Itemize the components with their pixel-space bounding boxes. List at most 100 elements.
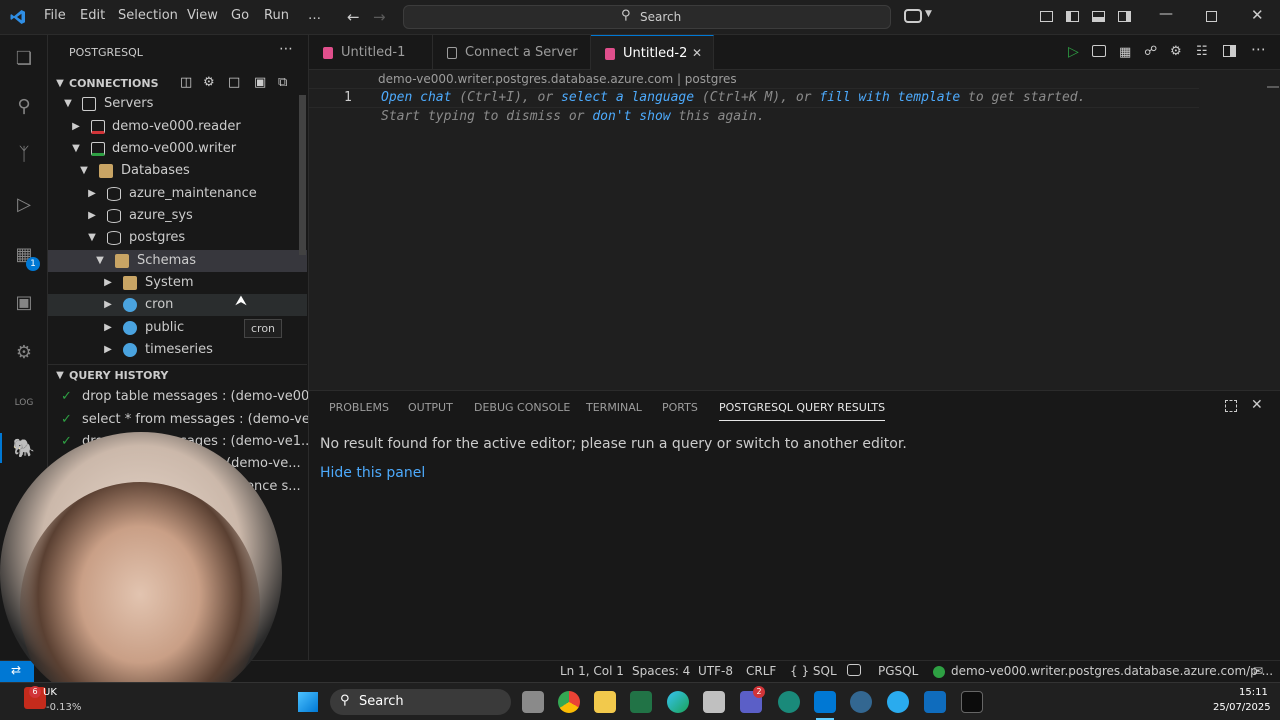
tab-debug-console[interactable]: DEBUG CONSOLE [474, 401, 570, 414]
terminal-icon[interactable] [961, 691, 983, 713]
encoding[interactable]: UTF-8 [698, 664, 733, 678]
copilot-status-icon[interactable] [847, 664, 861, 676]
tree-item-azure-maintenance[interactable]: ▶ azure_maintenance [48, 183, 307, 205]
menu-run[interactable]: Run [264, 8, 289, 23]
query-history-section-header[interactable]: ▼ QUERY HISTORY [48, 364, 307, 386]
add-connection-icon[interactable]: ◫ [180, 75, 192, 90]
settings-sync-icon[interactable]: ⚙ [12, 341, 36, 365]
collapse-all-icon[interactable]: ⧉ [278, 75, 287, 90]
tab-problems[interactable]: PROBLEMS [329, 401, 389, 414]
tree-item-servers[interactable]: ▼ Servers [48, 93, 307, 115]
maximize-panel-icon[interactable] [1225, 400, 1237, 412]
tree-item-system[interactable]: ▶ System [48, 272, 307, 294]
cursor-position[interactable]: Ln 1, Col 1 [560, 664, 624, 678]
remote-indicator[interactable]: ⇄ [0, 661, 34, 682]
tab-untitled-2[interactable]: Untitled-2 ✕ [591, 35, 714, 70]
tab-terminal[interactable]: TERMINAL [586, 401, 642, 414]
toggle-panel-icon[interactable] [1092, 11, 1105, 22]
connect-icon[interactable]: ☍ [1144, 44, 1157, 59]
notifications-bell-icon[interactable]: ✉ [1253, 664, 1263, 678]
fill-template-link[interactable]: fill with template [819, 90, 960, 105]
toggle-secondary-sidebar-icon[interactable] [1118, 11, 1131, 22]
tab-ports[interactable]: PORTS [662, 401, 698, 414]
connection-status[interactable]: demo-ve000.writer.postgres.database.azur… [951, 664, 1273, 678]
source-control-icon[interactable]: ᛉ [12, 143, 36, 167]
line-ending[interactable]: CRLF [746, 664, 776, 678]
run-query-icon[interactable]: ▷ [1068, 44, 1079, 60]
menu-edit[interactable]: Edit [80, 8, 105, 23]
chrome-icon[interactable] [558, 691, 580, 713]
editor-breadcrumb[interactable]: demo-ve000.writer.postgres.database.azur… [378, 72, 737, 86]
file-explorer-icon[interactable] [594, 691, 616, 713]
telegram-icon[interactable] [887, 691, 909, 713]
new-file-icon[interactable]: □ [228, 75, 240, 90]
tree-item-azure-sys[interactable]: ▶ azure_sys [48, 205, 307, 227]
search-icon[interactable]: ⚲ [12, 95, 36, 119]
menu-selection[interactable]: Selection [118, 8, 178, 23]
minimize-icon[interactable]: — [1159, 6, 1173, 22]
tree-item-timeseries[interactable]: ▶ timeseries [48, 339, 307, 361]
tree-item-schemas[interactable]: ▼ Schemas [48, 250, 307, 272]
editor-area[interactable]: demo-ve000.writer.postgres.database.azur… [309, 70, 1280, 390]
table-icon[interactable]: ▦ [1119, 45, 1131, 60]
tab-postgresql-query-results[interactable]: POSTGRESQL QUERY RESULTS [719, 401, 886, 421]
tree-item-cron[interactable]: ▶ cron [48, 294, 307, 316]
log-icon[interactable]: LOG [12, 391, 36, 415]
menu-view[interactable]: View [187, 8, 218, 23]
split-editor-icon[interactable] [1223, 45, 1236, 57]
menu-more[interactable]: … [308, 8, 321, 23]
copilot-icon[interactable] [904, 9, 922, 23]
restore-icon[interactable] [1206, 11, 1217, 22]
taskbar-search[interactable]: ⚲ Search [330, 689, 511, 715]
language-mode[interactable]: { } SQL [790, 664, 837, 678]
hierarchy-icon[interactable]: ☷ [1196, 44, 1208, 59]
select-language-link[interactable]: select a language [561, 90, 694, 105]
database-switch-icon[interactable]: ⚙ [1170, 44, 1182, 59]
task-view-icon[interactable] [522, 691, 544, 713]
app-icon[interactable] [778, 691, 800, 713]
tree-item-writer[interactable]: ▼ demo-ve000.writer [48, 138, 307, 160]
forward-arrow-icon[interactable]: → [373, 8, 386, 26]
tab-connect-server[interactable]: Connect a Server [433, 35, 591, 70]
clock-date[interactable]: 25/07/2025 [1213, 702, 1271, 713]
tree-item-databases[interactable]: ▼ Databases [48, 160, 307, 182]
new-query-icon[interactable]: ▣ [254, 75, 266, 90]
explain-icon[interactable] [1092, 45, 1106, 57]
outlook-icon[interactable] [924, 691, 946, 713]
remote-explorer-icon[interactable]: ▣ [12, 291, 36, 315]
tab-untitled-1[interactable]: Untitled-1 [309, 35, 433, 70]
edge-icon[interactable] [667, 691, 689, 713]
excel-icon[interactable] [630, 691, 652, 713]
history-item[interactable]: ✓ select * from messages : (demo-ve... [48, 409, 308, 431]
explorer-icon[interactable]: ❏ [12, 47, 36, 71]
menu-go[interactable]: Go [231, 8, 249, 23]
chevron-down-icon[interactable]: ▼ [925, 9, 932, 19]
indentation[interactable]: Spaces: 4 [632, 664, 690, 678]
history-item[interactable]: ✓ drop table messages : (demo-ve00... [48, 386, 308, 408]
hide-panel-link[interactable]: Hide this panel [320, 465, 425, 481]
menu-file[interactable]: File [44, 8, 66, 23]
connections-section-header[interactable]: ▼ CONNECTIONS ◫ ⚙ □ ▣ ⧉ [48, 73, 307, 95]
tab-output[interactable]: OUTPUT [408, 401, 453, 414]
pgsql-status[interactable]: PGSQL [878, 664, 918, 678]
close-window-icon[interactable]: ✕ [1251, 6, 1264, 24]
tree-item-postgres[interactable]: ▼ postgres [48, 227, 307, 249]
clock-time[interactable]: 15:11 [1239, 687, 1268, 698]
postgresql-elephant-icon[interactable]: 🐘 [12, 437, 36, 461]
snipping-tool-icon[interactable] [703, 691, 725, 713]
more-actions-icon[interactable]: ⋯ [1251, 40, 1266, 58]
toggle-sidebar-icon[interactable] [1066, 11, 1079, 22]
vscode-taskbar-icon[interactable] [814, 691, 836, 713]
more-actions-icon[interactable]: ⋯ [279, 41, 293, 57]
add-server-icon[interactable]: ⚙ [203, 75, 215, 90]
run-debug-icon[interactable]: ▷ [12, 193, 36, 217]
windows-start-icon[interactable] [298, 692, 318, 712]
open-chat-link[interactable]: Open chat [381, 90, 451, 105]
close-panel-icon[interactable]: ✕ [1251, 397, 1263, 413]
dont-show-link[interactable]: don't show [592, 109, 670, 124]
tree-item-reader[interactable]: ▶ demo-ve000.reader [48, 116, 307, 138]
layout-customize-icon[interactable] [1040, 11, 1053, 22]
tree-scrollbar[interactable] [299, 95, 306, 255]
back-arrow-icon[interactable]: ← [347, 8, 360, 26]
close-tab-icon[interactable]: ✕ [692, 36, 702, 71]
